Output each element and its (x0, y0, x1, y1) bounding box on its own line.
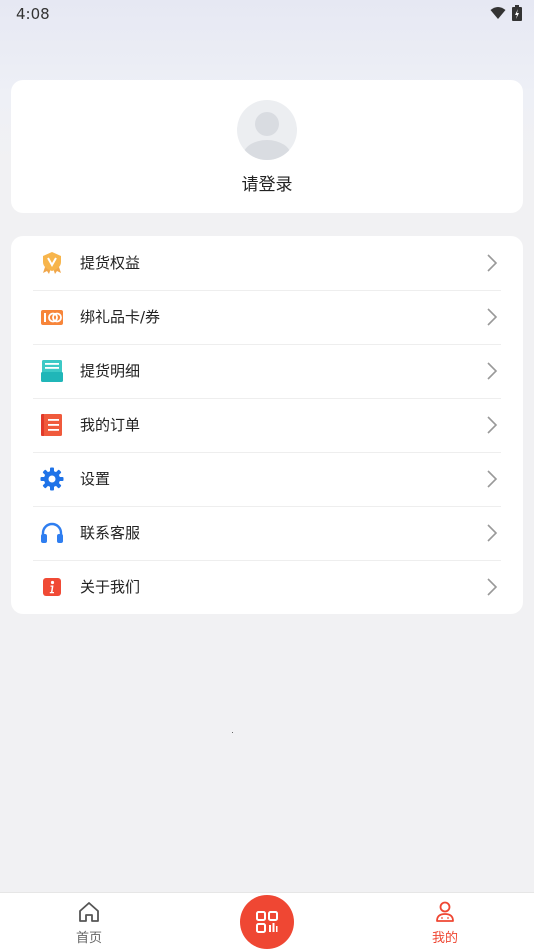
menu-item-label: 我的订单 (80, 416, 141, 434)
headphones-icon (41, 522, 63, 543)
qr-scan-icon (256, 911, 278, 933)
info-icon (43, 578, 61, 596)
gift-card-icon (41, 310, 63, 325)
wifi-icon (490, 7, 506, 19)
chevron-right-icon (487, 578, 498, 596)
tab-home[interactable]: 首页 (49, 893, 129, 951)
tab-mine-label: 我的 (431, 931, 458, 946)
tab-home-label: 首页 (75, 931, 102, 946)
scan-button[interactable] (240, 895, 294, 949)
menu-item-settings[interactable]: 设置 (11, 452, 523, 506)
menu-item-label: 提货明细 (80, 362, 141, 380)
status-time: 4:08 (16, 5, 50, 23)
user-icon (436, 901, 454, 922)
medal-icon (43, 252, 61, 274)
home-icon (79, 902, 99, 922)
menu-item-label: 提货权益 (80, 254, 141, 272)
gear-icon (40, 467, 64, 491)
status-bar: 4:08 (0, 0, 534, 28)
chevron-right-icon (487, 362, 498, 380)
chevron-right-icon (487, 254, 498, 272)
menu-item-my-orders[interactable]: 我的订单 (11, 398, 523, 452)
menu-item-label: 联系客服 (80, 524, 141, 542)
chevron-right-icon (487, 416, 498, 434)
menu-item-about-us[interactable]: 关于我们 (11, 560, 523, 614)
login-prompt[interactable]: 请登录 (11, 170, 523, 195)
order-list-icon (41, 414, 62, 436)
tray-icon (41, 360, 63, 382)
menu-card: 提货权益 绑礼品卡/券 提货明细 我的订单 设置 联系客服 关于我们 (11, 236, 523, 614)
chevron-right-icon (487, 308, 498, 326)
avatar[interactable] (237, 100, 297, 160)
chevron-right-icon (487, 470, 498, 488)
menu-item-bind-gift-card[interactable]: 绑礼品卡/券 (11, 290, 523, 344)
menu-item-contact-support[interactable]: 联系客服 (11, 506, 523, 560)
menu-item-label: 关于我们 (80, 578, 141, 596)
tab-mine[interactable]: 我的 (405, 893, 485, 951)
menu-item-pickup-details[interactable]: 提货明细 (11, 344, 523, 398)
battery-icon (512, 5, 522, 21)
menu-item-label: 设置 (80, 470, 111, 488)
stray-dot (232, 732, 233, 733)
profile-card[interactable]: 请登录 (11, 80, 523, 213)
menu-item-pickup-benefits[interactable]: 提货权益 (11, 236, 523, 290)
user-avatar-icon (243, 112, 291, 160)
menu-item-label: 绑礼品卡/券 (80, 308, 161, 326)
chevron-right-icon (487, 524, 498, 542)
